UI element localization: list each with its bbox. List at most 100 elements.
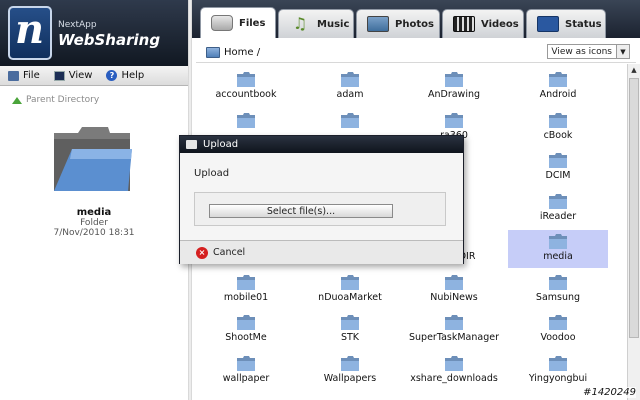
videos-icon xyxy=(453,16,475,32)
view-mode-value: View as icons xyxy=(551,46,612,57)
folder-icon xyxy=(549,355,567,371)
menu-view[interactable]: View xyxy=(53,70,93,81)
folder-label: Wallpapers xyxy=(323,372,377,384)
folder-icon xyxy=(206,46,220,58)
folder-icon xyxy=(445,315,463,330)
tab-videos[interactable]: Videos xyxy=(442,9,524,38)
tab-music-label: Music xyxy=(317,18,350,30)
folder-icon xyxy=(237,355,255,371)
parent-directory-label: Parent Directory xyxy=(26,95,100,105)
up-arrow-icon xyxy=(12,96,22,104)
folder-icon xyxy=(549,72,567,87)
selected-name: media xyxy=(76,207,112,218)
parent-directory-link[interactable]: Parent Directory xyxy=(12,95,99,105)
select-files-button[interactable]: Select file(s)... xyxy=(209,204,393,218)
cancel-button[interactable]: × Cancel xyxy=(196,246,245,259)
logo-title: WebSharing xyxy=(58,31,161,49)
scroll-thumb[interactable] xyxy=(629,78,639,338)
folder-item[interactable]: accountbook xyxy=(196,68,296,106)
folder-icon xyxy=(341,112,359,128)
watermark-text: #1420249 xyxy=(583,387,636,398)
dialog-titlebar[interactable]: Upload xyxy=(180,136,463,153)
folder-icon xyxy=(237,274,255,290)
tab-photos-label: Photos xyxy=(395,18,434,30)
status-icon xyxy=(537,16,559,32)
folder-item[interactable]: AnDrawing xyxy=(404,68,504,106)
folder-label: wallpaper xyxy=(222,372,270,384)
help-icon: ? xyxy=(106,70,118,81)
menu-bar: File View ? Help xyxy=(0,66,188,86)
tab-files-label: Files xyxy=(239,17,266,29)
tab-music[interactable]: ♫ Music xyxy=(278,9,354,38)
large-folder-icon xyxy=(54,127,132,191)
folder-item[interactable]: SuperTaskManager xyxy=(404,311,504,349)
photos-icon xyxy=(367,16,389,32)
folder-item[interactable]: NubiNews xyxy=(404,271,504,309)
folder-label: Android xyxy=(539,89,577,100)
logo-vendor: NextApp xyxy=(58,20,97,30)
breadcrumb[interactable]: Home / xyxy=(224,47,260,58)
folder-icon xyxy=(341,274,359,290)
folder-label: cBook xyxy=(543,129,573,141)
folder-icon xyxy=(549,112,567,128)
folder-item[interactable]: DCIM xyxy=(508,149,608,187)
path-bar: Home / View as icons ▼ xyxy=(196,42,636,63)
view-icon xyxy=(53,70,65,81)
folder-item[interactable]: wallpaper xyxy=(196,352,296,390)
chevron-down-icon: ▼ xyxy=(616,45,629,58)
folder-icon xyxy=(549,234,567,249)
folder-icon xyxy=(237,315,255,330)
folder-item[interactable]: Android xyxy=(508,68,608,106)
folder-icon xyxy=(341,315,359,330)
folder-icon xyxy=(445,112,463,128)
folder-label: nDuoaMarket xyxy=(318,291,382,303)
folder-item[interactable]: nDuoaMarket xyxy=(300,271,400,309)
logo-letter: n xyxy=(15,6,45,53)
folder-label: DCIM xyxy=(545,170,571,181)
folder-item[interactable]: Voodoo xyxy=(508,311,608,349)
menu-help-label: Help xyxy=(121,70,145,81)
selected-type: Folder xyxy=(80,218,108,228)
menu-view-label: View xyxy=(68,70,93,81)
folder-label: ShootMe xyxy=(225,332,267,343)
folder-icon xyxy=(549,315,567,330)
folder-item[interactable]: Wallpapers xyxy=(300,352,400,390)
folder-item[interactable]: ShootMe xyxy=(196,311,296,349)
folder-icon xyxy=(549,274,567,290)
folder-label: Voodoo xyxy=(540,332,576,343)
vertical-scrollbar[interactable]: ▲ xyxy=(627,64,640,400)
folder-icon xyxy=(549,193,567,209)
folder-item[interactable]: media xyxy=(508,230,608,268)
folder-label: Yingyongbui xyxy=(528,372,588,384)
folder-icon xyxy=(237,112,255,128)
folder-label: mobile01 xyxy=(223,291,269,303)
folder-item[interactable]: mobile01 xyxy=(196,271,296,309)
folder-item[interactable]: cBook xyxy=(508,109,608,147)
menu-help[interactable]: ? Help xyxy=(106,70,144,81)
cancel-icon: × xyxy=(196,246,208,259)
folder-item[interactable]: STK xyxy=(300,311,400,349)
folder-item[interactable]: Yingyongbui xyxy=(508,352,608,390)
view-mode-select[interactable]: View as icons ▼ xyxy=(547,44,630,59)
folder-item[interactable]: adam xyxy=(300,68,400,106)
folder-icon xyxy=(445,274,463,290)
scroll-up-icon[interactable]: ▲ xyxy=(628,64,640,76)
folder-item[interactable]: xshare_downloads xyxy=(404,352,504,390)
websharing-page: n NextApp WebSharing File View ? Help Pa… xyxy=(0,0,640,400)
tab-photos[interactable]: Photos xyxy=(356,9,440,38)
folder-item[interactable]: Samsung xyxy=(508,271,608,309)
folder-label: STK xyxy=(340,332,360,343)
upload-dialog: Upload Upload Select file(s)... × Cancel xyxy=(179,135,464,264)
dialog-title: Upload xyxy=(203,139,239,150)
music-icon: ♫ xyxy=(292,14,308,33)
tab-files[interactable]: Files xyxy=(200,7,276,38)
folder-icon xyxy=(445,72,463,87)
upload-icon xyxy=(186,140,197,149)
menu-file[interactable]: File xyxy=(8,70,40,81)
selected-date: 7/Nov/2010 18:31 xyxy=(53,228,135,238)
folder-item[interactable]: iReader xyxy=(508,190,608,228)
file-icon xyxy=(8,70,19,81)
tab-status[interactable]: Status xyxy=(526,9,606,38)
folder-label: AnDrawing xyxy=(427,89,481,100)
folder-label: iReader xyxy=(539,210,577,222)
